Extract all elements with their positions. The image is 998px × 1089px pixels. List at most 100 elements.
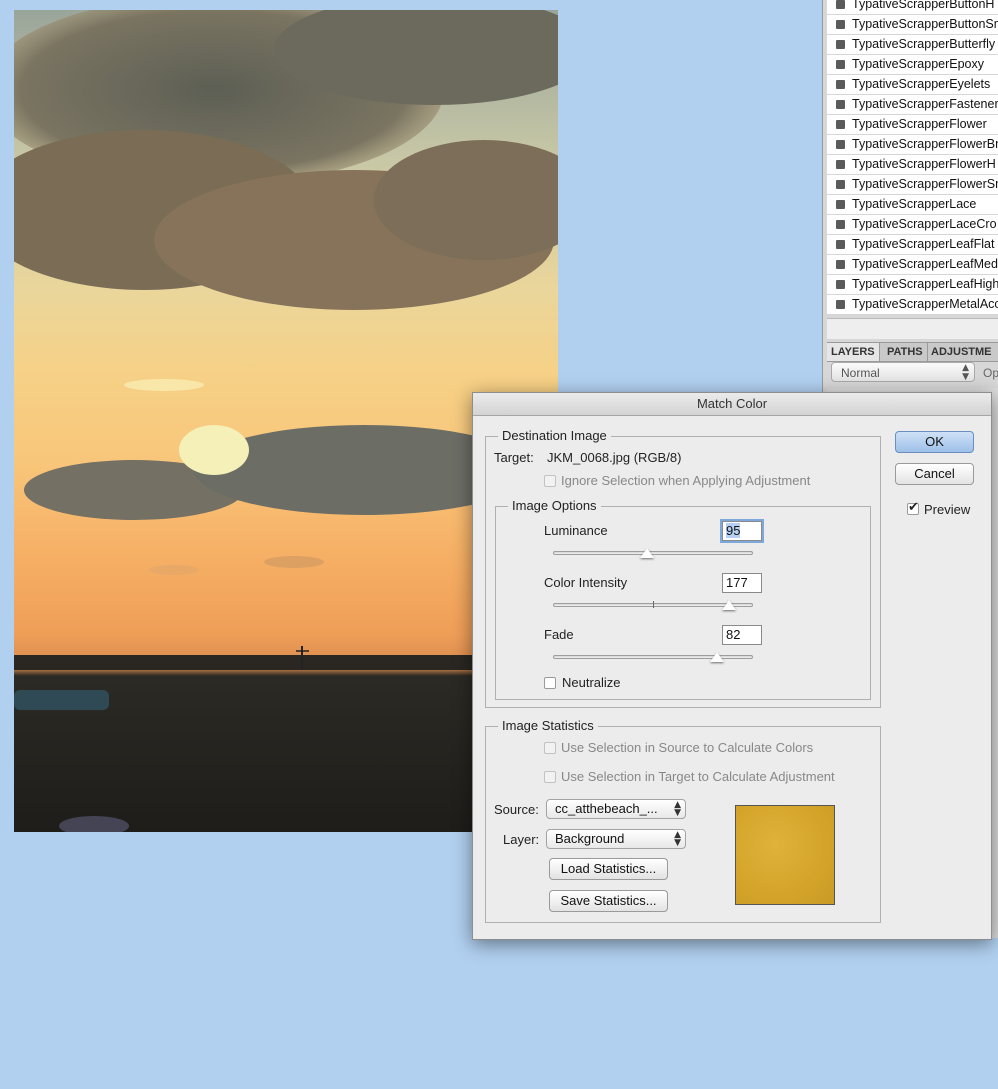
- opacity-label: Op: [983, 366, 998, 380]
- brush-item[interactable]: TypativeScrapperFlowerBr: [827, 135, 998, 155]
- brush-preset-icon: [836, 220, 845, 229]
- brush-item[interactable]: TypativeScrapperButtonH: [827, 0, 998, 15]
- brush-item-label: TypativeScrapperLaceCro: [852, 217, 997, 231]
- brush-preset-icon: [836, 280, 845, 289]
- use-target-selection-label: Use Selection in Target to Calculate Adj…: [561, 769, 835, 784]
- brush-item-label: TypativeScrapperLace: [852, 197, 977, 211]
- brush-item-label: TypativeScrapperLeafMed: [852, 257, 998, 271]
- source-value: cc_atthebeach_...: [555, 801, 658, 816]
- destination-image-legend: Destination Image: [498, 428, 611, 443]
- luminance-value: 95: [726, 523, 741, 538]
- source-label: Source:: [494, 802, 539, 817]
- brush-preset-icon: [836, 0, 845, 9]
- brush-preset-icon: [836, 40, 845, 49]
- dialog-title: Match Color: [473, 393, 991, 416]
- brush-item[interactable]: TypativeScrapperButterfly: [827, 35, 998, 55]
- tab-paths[interactable]: PATHS: [883, 343, 928, 361]
- brush-item[interactable]: TypativeScrapperLeafMed: [827, 255, 998, 275]
- brush-list-scrollbar[interactable]: [827, 318, 998, 339]
- updown-arrows-icon: ▲ ▼: [962, 363, 969, 382]
- brush-preset-icon: [836, 140, 845, 149]
- brush-preset-icon: [836, 120, 845, 129]
- brush-item-label: TypativeScrapperEyelets: [852, 77, 991, 91]
- use-source-selection-label: Use Selection in Source to Calculate Col…: [561, 740, 814, 755]
- match-color-dialog: Match Color Destination Image Target: JK…: [472, 392, 992, 940]
- brush-item-label: TypativeScrapperButtonSm: [852, 17, 998, 31]
- brush-item[interactable]: TypativeScrapperEyelets: [827, 75, 998, 95]
- luminance-label: Luminance: [544, 523, 608, 538]
- source-select[interactable]: cc_atthebeach_... ▲ ▼: [546, 799, 686, 819]
- image-options-group: Image Options Luminance 95 Color Intensi…: [495, 498, 871, 700]
- brush-item[interactable]: TypativeScrapperMetalAcc: [827, 295, 998, 315]
- color-intensity-midpoint-tick: [653, 601, 654, 608]
- brush-item-label: TypativeScrapperEpoxy: [852, 57, 985, 71]
- color-intensity-slider-thumb[interactable]: [722, 600, 736, 610]
- brush-item[interactable]: TypativeScrapperFastener: [827, 95, 998, 115]
- brush-preset-icon: [836, 260, 845, 269]
- color-intensity-input[interactable]: 177: [722, 573, 762, 593]
- brush-item[interactable]: TypativeScrapperButtonSm: [827, 15, 998, 35]
- brush-item-label: TypativeScrapperMetalAcc: [852, 297, 998, 311]
- brush-preset-icon: [836, 80, 845, 89]
- brush-item-label: TypativeScrapperFlowerBr: [852, 137, 998, 151]
- brush-item-label: TypativeScrapperFlowerH: [852, 157, 996, 171]
- layer-value: Background: [555, 831, 625, 846]
- brush-item[interactable]: TypativeScrapperFlowerH: [827, 155, 998, 175]
- luminance-input[interactable]: 95: [722, 521, 762, 541]
- neutralize-label: Neutralize: [562, 675, 621, 690]
- source-color-swatch: [735, 805, 835, 905]
- brush-item[interactable]: TypativeScrapperEpoxy: [827, 55, 998, 75]
- destination-image-group: Destination Image Target: JKM_0068.jpg (…: [485, 428, 881, 708]
- load-statistics-button[interactable]: Load Statistics...: [549, 858, 668, 880]
- target-label: Target:: [494, 450, 534, 465]
- brush-item[interactable]: TypativeScrapperFlower: [827, 115, 998, 135]
- brush-item[interactable]: TypativeScrapperFlowerSm: [827, 175, 998, 195]
- target-value: JKM_0068.jpg (RGB/8): [547, 450, 682, 465]
- preview-label: Preview: [924, 502, 971, 517]
- use-source-selection-checkbox[interactable]: [544, 742, 556, 754]
- brush-preset-icon: [836, 100, 845, 109]
- updown-arrows-icon: ▲ ▼: [674, 800, 681, 818]
- tab-adjustments[interactable]: ADJUSTME: [927, 343, 996, 361]
- fade-slider-thumb[interactable]: [710, 652, 724, 662]
- luminance-slider-thumb[interactable]: [640, 548, 654, 558]
- image-options-legend: Image Options: [508, 498, 601, 513]
- brush-item-label: TypativeScrapperFlower: [852, 117, 987, 131]
- brush-item[interactable]: TypativeScrapperLeafFlat: [827, 235, 998, 255]
- brush-preset-icon: [836, 20, 845, 29]
- brush-item-label: TypativeScrapperLeafFlat: [852, 237, 995, 251]
- use-target-selection-checkbox[interactable]: [544, 771, 556, 783]
- layer-select[interactable]: Background ▲ ▼: [546, 829, 686, 849]
- brush-preset-icon: [836, 160, 845, 169]
- ignore-selection-checkbox[interactable]: [544, 475, 556, 487]
- brush-item[interactable]: TypativeScrapperLaceCro: [827, 215, 998, 235]
- brush-item-label: TypativeScrapperButtonH: [852, 0, 995, 11]
- layers-panel-tabs: LAYERS PATHS ADJUSTME: [827, 342, 998, 362]
- brush-preset-icon: [836, 240, 845, 249]
- neutralize-checkbox[interactable]: [544, 677, 556, 689]
- cancel-button[interactable]: Cancel: [895, 463, 974, 485]
- blend-mode-value: Normal: [841, 366, 880, 380]
- brush-preset-icon: [836, 300, 845, 309]
- brush-preset-icon: [836, 60, 845, 69]
- color-intensity-label: Color Intensity: [544, 575, 628, 590]
- ok-button[interactable]: OK: [895, 431, 974, 453]
- updown-arrows-icon: ▲ ▼: [674, 830, 681, 848]
- ignore-selection-label: Ignore Selection when Applying Adjustmen…: [561, 473, 811, 488]
- fade-input[interactable]: 82: [722, 625, 762, 645]
- layer-label: Layer:: [503, 832, 540, 847]
- blend-mode-select[interactable]: Normal ▲ ▼: [831, 362, 975, 382]
- brush-item-label: TypativeScrapperLeafHigh: [852, 277, 998, 291]
- brush-list[interactable]: TypativeScrapperButtonH TypativeScrapperB…: [827, 0, 998, 315]
- brush-item[interactable]: TypativeScrapperLace: [827, 195, 998, 215]
- tab-layers[interactable]: LAYERS: [827, 343, 880, 361]
- preview-checkbox[interactable]: [907, 500, 919, 515]
- save-statistics-button[interactable]: Save Statistics...: [549, 890, 668, 912]
- fade-label: Fade: [544, 627, 574, 642]
- brush-item[interactable]: TypativeScrapperLeafHigh: [827, 275, 998, 295]
- brush-item-label: TypativeScrapperFlowerSm: [852, 177, 998, 191]
- image-statistics-legend: Image Statistics: [498, 718, 598, 733]
- brush-item-label: TypativeScrapperFastener: [852, 97, 998, 111]
- brush-preset-icon: [836, 180, 845, 189]
- brush-preset-icon: [836, 200, 845, 209]
